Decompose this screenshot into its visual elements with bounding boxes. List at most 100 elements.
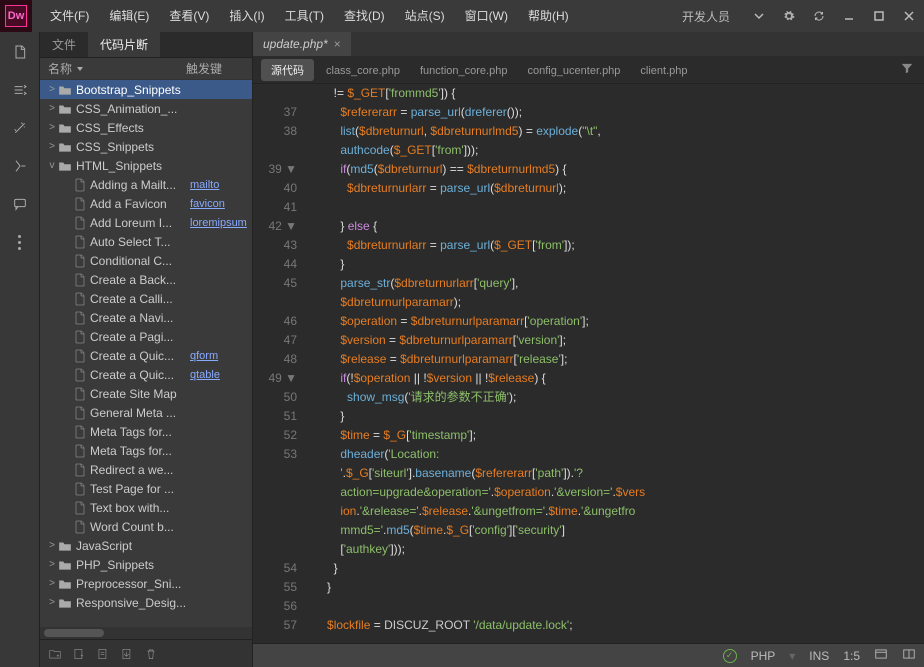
file-tab-update[interactable]: update.php*× — [253, 32, 351, 56]
close-tab-icon[interactable]: × — [334, 32, 341, 56]
status-language[interactable]: PHP — [751, 649, 776, 663]
tree-label: Bootstrap_Snippets — [76, 83, 190, 97]
related-file-tab[interactable]: class_core.php — [316, 62, 410, 80]
menu-item[interactable]: 站点(S) — [395, 0, 455, 32]
comment-tool-icon[interactable] — [8, 192, 32, 216]
more-tools-icon[interactable] — [8, 230, 32, 254]
tree-file[interactable]: Text box with... — [40, 498, 252, 517]
tree-trigger[interactable]: qform — [190, 350, 248, 362]
tree-file[interactable]: Auto Select T... — [40, 232, 252, 251]
status-ok-icon[interactable]: ✓ — [723, 649, 737, 663]
snippet-tree[interactable]: >Bootstrap_Snippets>CSS_Animation_...>CS… — [40, 80, 252, 627]
menu-item[interactable]: 查找(D) — [334, 0, 395, 32]
filter-icon[interactable] — [900, 61, 914, 78]
expand-icon[interactable]: > — [46, 84, 58, 95]
tree-file[interactable]: Create a Navi... — [40, 308, 252, 327]
wand-tool-icon[interactable] — [8, 116, 32, 140]
tree-file[interactable]: Create a Quic...qtable — [40, 365, 252, 384]
tree-file[interactable]: Adding a Mailt...mailto — [40, 175, 252, 194]
menu-item[interactable]: 窗口(W) — [455, 0, 518, 32]
tree-file[interactable]: Add a Faviconfavicon — [40, 194, 252, 213]
file-icon — [74, 311, 86, 325]
tree-trigger[interactable]: loremipsum — [190, 217, 248, 229]
expand-icon[interactable]: > — [46, 141, 58, 152]
tree-folder[interactable]: >JavaScript — [40, 536, 252, 555]
tree-trigger[interactable]: mailto — [190, 179, 248, 191]
view-tab-source[interactable]: 源代码 — [261, 59, 314, 81]
folder-icon — [58, 597, 72, 609]
sync-icon[interactable] — [804, 0, 834, 32]
tree-trigger[interactable]: favicon — [190, 198, 248, 210]
realtime-preview-icon[interactable] — [902, 647, 916, 664]
new-snippet-folder-icon[interactable] — [44, 643, 66, 665]
tree-file[interactable]: Create a Calli... — [40, 289, 252, 308]
new-snippet-icon[interactable] — [68, 643, 90, 665]
expand-icon[interactable]: > — [46, 578, 58, 589]
tree-label: Adding a Mailt... — [90, 178, 190, 192]
code-editor[interactable]: 37 38 39 ▼ 40 41 42 ▼ 43 44 45 46 47 48 … — [253, 84, 924, 643]
tree-file[interactable]: Add Loreum I...loremipsum — [40, 213, 252, 232]
tree-file[interactable]: Meta Tags for... — [40, 441, 252, 460]
horizontal-scrollbar[interactable] — [40, 627, 252, 639]
tree-file[interactable]: Create a Back... — [40, 270, 252, 289]
tree-file[interactable]: Meta Tags for... — [40, 422, 252, 441]
tree-file[interactable]: Create a Pagi... — [40, 327, 252, 346]
settings-gear-icon[interactable] — [774, 0, 804, 32]
file-tool-icon[interactable] — [8, 40, 32, 64]
tree-folder[interactable]: >Responsive_Desig... — [40, 593, 252, 612]
tree-folder[interactable]: >CSS_Snippets — [40, 137, 252, 156]
minimize-button[interactable] — [834, 0, 864, 32]
tree-folder[interactable]: v HTML_Snippets — [40, 156, 252, 175]
tree-file[interactable]: Redirect a we... — [40, 460, 252, 479]
menu-item[interactable]: 工具(T) — [275, 0, 334, 32]
file-icon — [74, 273, 86, 287]
tree-file[interactable]: Create a Quic...qform — [40, 346, 252, 365]
expand-icon[interactable]: > — [46, 559, 58, 570]
manage-tool-icon[interactable] — [8, 78, 32, 102]
insert-snippet-icon[interactable] — [116, 643, 138, 665]
delete-snippet-icon[interactable] — [140, 643, 162, 665]
menu-item[interactable]: 插入(I) — [219, 0, 274, 32]
col-trigger[interactable]: 触发键 — [186, 60, 244, 77]
tree-file[interactable]: General Meta ... — [40, 403, 252, 422]
format-tool-icon[interactable] — [8, 154, 32, 178]
panel-tab-snippets[interactable]: 代码片断 — [88, 32, 160, 57]
related-file-tab[interactable]: client.php — [630, 62, 697, 80]
edit-snippet-icon[interactable] — [92, 643, 114, 665]
tree-label: HTML_Snippets — [76, 159, 190, 173]
tree-folder[interactable]: >Preprocessor_Sni... — [40, 574, 252, 593]
tree-folder[interactable]: >CSS_Animation_... — [40, 99, 252, 118]
tree-trigger[interactable]: qtable — [190, 369, 248, 381]
tree-folder[interactable]: >CSS_Effects — [40, 118, 252, 137]
related-files-bar: 源代码 class_core.phpfunction_core.phpconfi… — [253, 56, 924, 84]
expand-icon[interactable]: > — [46, 122, 58, 133]
menu-item[interactable]: 文件(F) — [40, 0, 99, 32]
tree-label: Text box with... — [90, 501, 190, 515]
related-file-tab[interactable]: config_ucenter.php — [517, 62, 630, 80]
col-name[interactable]: 名称 — [48, 60, 72, 77]
tree-file[interactable]: Create Site Map — [40, 384, 252, 403]
menu-item[interactable]: 查看(V) — [159, 0, 219, 32]
status-cursor-pos[interactable]: 1:5 — [843, 649, 860, 663]
expand-icon[interactable]: > — [46, 540, 58, 551]
expand-icon[interactable]: > — [46, 103, 58, 114]
expand-icon[interactable]: v — [46, 160, 58, 171]
menu-item[interactable]: 编辑(E) — [99, 0, 159, 32]
tree-file[interactable]: Conditional C... — [40, 251, 252, 270]
tree-file[interactable]: Word Count b... — [40, 517, 252, 536]
tree-file[interactable]: Test Page for ... — [40, 479, 252, 498]
related-file-tab[interactable]: function_core.php — [410, 62, 517, 80]
menu-item[interactable]: 帮助(H) — [518, 0, 579, 32]
status-insert-mode[interactable]: INS — [809, 649, 829, 663]
panel-tab-file[interactable]: 文件 — [40, 32, 88, 57]
overview-icon[interactable] — [874, 647, 888, 664]
sort-icon — [76, 65, 84, 73]
tree-folder[interactable]: >PHP_Snippets — [40, 555, 252, 574]
close-button[interactable] — [894, 0, 924, 32]
tree-folder[interactable]: > Bootstrap_Snippets — [40, 80, 252, 99]
workspace-label[interactable]: 开发人员 — [668, 8, 744, 25]
expand-icon[interactable]: > — [46, 597, 58, 608]
maximize-button[interactable] — [864, 0, 894, 32]
code-content[interactable]: != $_GET['frommd5']) { $refererarr = par… — [307, 84, 924, 643]
workspace-dropdown-icon[interactable] — [744, 0, 774, 32]
